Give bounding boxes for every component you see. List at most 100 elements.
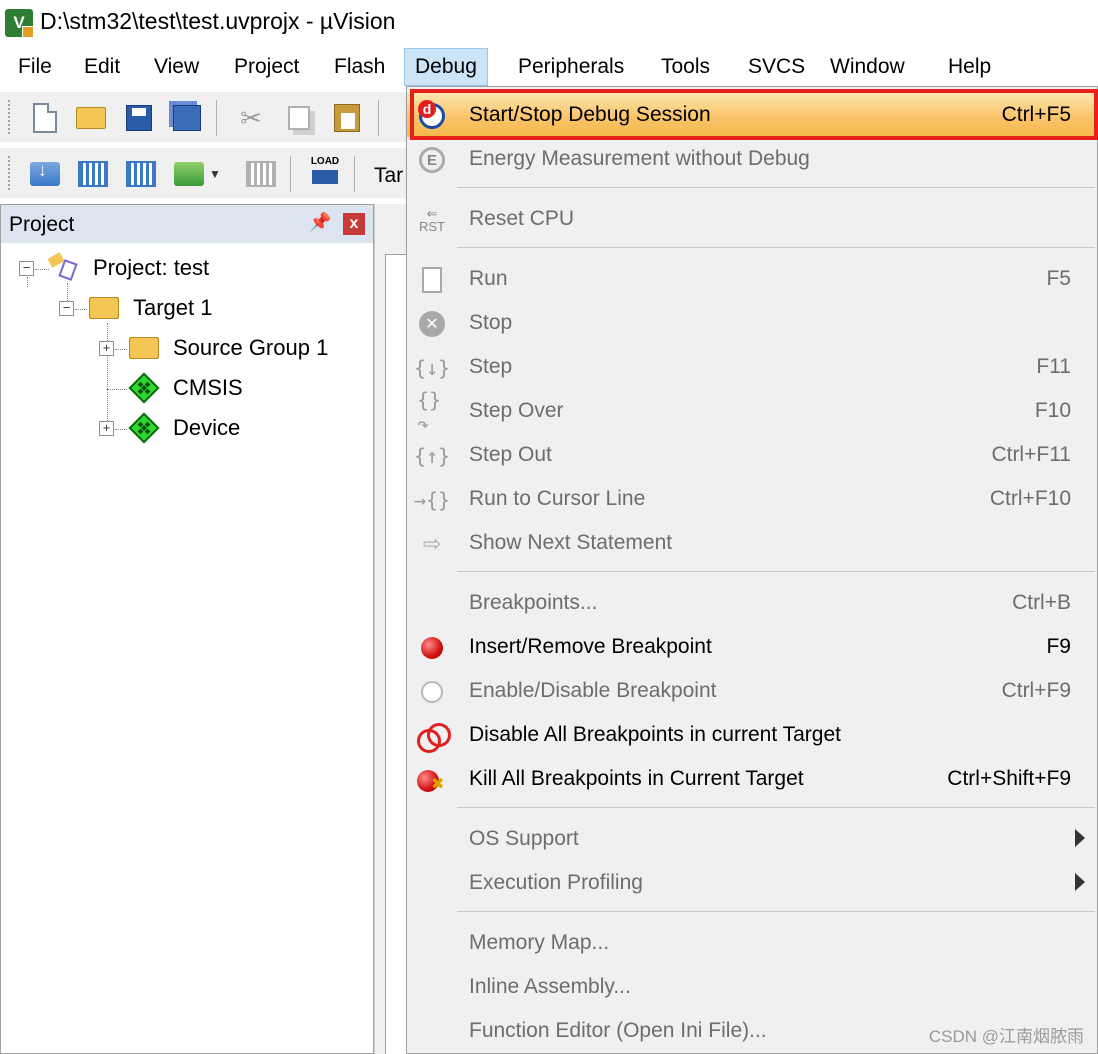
highlight-annotation-box [410,89,1098,140]
menu-item-label: Run to Cursor Line [469,487,646,510]
stop-build-button[interactable] [244,158,278,190]
menu-window[interactable]: Window [820,48,915,86]
watermark: CSDN @江南烟脓雨 [928,1027,1084,1046]
toolbar-separator [378,100,379,136]
build-button[interactable] [76,158,110,190]
step-icon: {↓} [413,356,451,380]
translate-button[interactable] [28,158,62,190]
menu-item-insert-remove-breakpoint[interactable]: Insert/Remove Breakpoint F9 [407,625,1097,669]
rebuild-button[interactable] [124,158,158,190]
collapse-toggle[interactable]: − [19,261,34,276]
new-file-icon [33,103,57,133]
new-file-button[interactable] [28,102,62,134]
build-icon [78,161,108,187]
project-panel-header: Project 📌 x [1,205,373,243]
menu-file[interactable]: File [8,48,62,86]
collapse-toggle[interactable]: − [59,301,74,316]
menu-item-shortcut: Ctrl+F11 [991,443,1071,466]
expand-toggle[interactable]: + [99,341,114,356]
breakpoint-icon [417,634,447,662]
window-title: D:\stm32\test\test.uvprojx - µVision [40,8,396,34]
cut-button[interactable]: ✂ [234,102,268,134]
toolbar-grip[interactable] [8,156,12,190]
menu-item-step[interactable]: {↓} Step F11 [407,345,1097,389]
expand-toggle[interactable]: + [99,421,114,436]
menu-svcs[interactable]: SVCS [738,48,815,86]
tree-item-source-group[interactable]: Source Group 1 [173,335,328,361]
tree-item-project[interactable]: Project: test [93,255,209,281]
open-folder-icon [76,107,106,129]
menu-item-label: Reset CPU [469,207,575,230]
menu-debug[interactable]: Debug [404,48,488,86]
tree-line [75,309,87,310]
menu-item-label: Enable/Disable Breakpoint [469,679,717,702]
show-next-icon: ⇨ [422,531,442,556]
menu-item-kill-all-breakpoints[interactable]: Kill All Breakpoints in Current Target C… [407,757,1097,801]
menu-item-shortcut: Ctrl+Shift+F9 [947,767,1071,790]
menu-item-label: Step Out [469,443,552,466]
menu-item-enable-disable-breakpoint[interactable]: Enable/Disable Breakpoint Ctrl+F9 [407,669,1097,713]
close-icon[interactable]: x [343,213,365,235]
menu-item-inline-assembly[interactable]: Inline Assembly... [407,965,1097,1009]
menu-edit[interactable]: Edit [74,48,130,86]
uvision-app-icon[interactable]: V [5,9,34,38]
menu-item-execution-profiling[interactable]: Execution Profiling [407,861,1097,905]
menu-item-disable-all-breakpoints[interactable]: Disable All Breakpoints in current Targe… [407,713,1097,757]
menu-item-breakpoints[interactable]: Breakpoints... Ctrl+B [407,581,1097,625]
menu-item-label: Disable All Breakpoints in current Targe… [469,723,841,746]
step-over-icon: {}↷ [417,388,442,436]
menu-peripherals[interactable]: Peripherals [508,48,634,86]
menu-item-label: Show Next Statement [469,531,673,554]
menu-item-run[interactable]: Run F5 [407,257,1097,301]
menu-project[interactable]: Project [224,48,309,86]
menu-item-os-support[interactable]: OS Support [407,817,1097,861]
menu-item-show-next-statement[interactable]: ⇨ Show Next Statement [407,521,1097,565]
batch-build-button[interactable] [172,158,206,190]
target-select-partial[interactable]: Tar [374,164,403,188]
menu-item-step-over[interactable]: {}↷ Step Over F10 [407,388,1097,436]
menu-view[interactable]: View [144,48,209,86]
menu-tools[interactable]: Tools [651,48,720,86]
paste-button[interactable] [330,102,364,134]
menu-item-energy-measurement[interactable]: E Energy Measurement without Debug [407,137,1097,181]
tree-line [107,389,127,390]
menu-item-stop[interactable]: ✕ Stop [407,301,1097,345]
menu-item-memory-map[interactable]: Memory Map... [407,921,1097,965]
toolbar-grip[interactable] [8,100,12,134]
save-all-button[interactable] [170,102,204,134]
paste-icon [334,104,360,132]
target-folder-icon [89,297,119,319]
menu-item-step-out[interactable]: {↑} Step Out Ctrl+F11 [407,433,1097,477]
menu-item-label: Energy Measurement without Debug [469,147,810,170]
project-panel: Project 📌 x − Project: test − Target 1 +… [0,204,374,1054]
pin-icon[interactable]: 📌 [309,212,331,233]
energy-icon: E [417,146,447,174]
menu-flash[interactable]: Flash [324,48,395,86]
save-button[interactable] [122,102,156,134]
menu-item-run-to-cursor[interactable]: →{} Run to Cursor Line Ctrl+F10 [407,477,1097,521]
tree-item-cmsis[interactable]: CMSIS [173,375,243,401]
kill-breakpoints-icon [417,766,447,794]
menu-item-shortcut: F5 [1046,267,1071,290]
menu-help[interactable]: Help [938,48,1001,86]
menu-item-shortcut: Ctrl+F10 [989,487,1071,510]
tree-line [115,429,127,430]
batch-build-dropdown[interactable]: ▼ [206,158,224,190]
load-icon: LOAD [311,156,339,184]
menu-item-reset-cpu[interactable]: ⇐ RST Reset CPU [407,197,1097,241]
editor-area[interactable] [374,204,408,1054]
tree-item-device[interactable]: Device [173,415,240,441]
menu-separator [457,911,1095,912]
rebuild-icon [126,161,156,187]
cut-icon: ✂ [240,102,262,133]
open-file-button[interactable] [74,102,108,134]
folder-icon [129,337,159,359]
copy-button[interactable] [282,102,316,134]
load-button[interactable]: LOAD [308,154,342,186]
menu-separator [457,807,1095,808]
menu-item-label: Run [469,267,508,290]
menu-item-shortcut: F11 [1036,355,1071,378]
menu-item-label: Memory Map... [469,931,610,954]
tree-item-target[interactable]: Target 1 [133,295,213,321]
menu-item-shortcut: Ctrl+F9 [1001,679,1071,702]
